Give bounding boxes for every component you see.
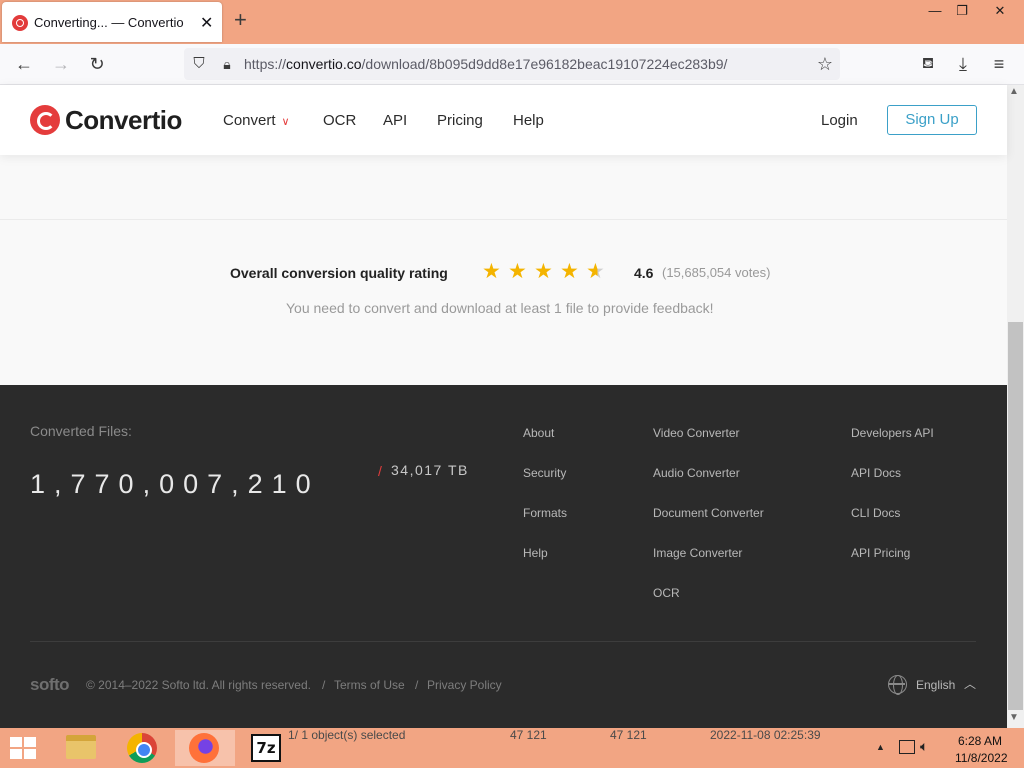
download-icon[interactable]: ⤓ (952, 53, 974, 75)
chevron-up-icon[interactable]: ︿ (964, 675, 976, 692)
footer-link-document-converter[interactable]: Document Converter (653, 506, 764, 520)
terms-of-use-link[interactable]: Terms of Use (334, 678, 405, 692)
convertio-favicon-icon (12, 15, 28, 31)
status-modified-date: 2022-11-08 02:25:39 (710, 728, 821, 742)
status-packed-size: 47 121 (610, 728, 647, 742)
scroll-up-arrow-icon[interactable]: ▲ (1009, 86, 1019, 97)
footer-link-developers-api[interactable]: Developers API (851, 426, 934, 440)
nav-help[interactable]: Help (513, 112, 544, 129)
window-close-button[interactable]: ✕ (983, 0, 1017, 22)
nav-convert[interactable]: Convert ∨ (223, 112, 290, 129)
nav-pricing[interactable]: Pricing (437, 112, 483, 129)
tab-title: Converting... — Convertio (34, 15, 184, 30)
footer-link-api-docs[interactable]: API Docs (851, 466, 901, 480)
new-tab-button[interactable]: + (234, 9, 247, 31)
browser-titlebar: Converting... — Convertio ✕ + — ❐ ✕ (0, 0, 1024, 44)
clock-time[interactable]: 6:28 AM (958, 734, 1002, 748)
footer-link-api-pricing[interactable]: API Pricing (851, 546, 910, 560)
rating-label: Overall conversion quality rating (230, 265, 448, 281)
copyright-text: © 2014–2022 Softo ltd. All rights reserv… (86, 678, 311, 692)
firefox-icon[interactable] (189, 733, 219, 763)
chevron-down-icon: ∨ (281, 116, 290, 128)
bookmark-star-icon[interactable]: ☆ (814, 53, 836, 75)
footer-link-formats[interactable]: Formats (523, 506, 567, 520)
converted-files-label: Converted Files: (30, 423, 132, 439)
reload-icon[interactable]: ↻ (86, 53, 108, 75)
nav-api[interactable]: API (383, 112, 407, 129)
url-bar[interactable]: ⛉ 🔒︎ https://convertio.co/download/8b095… (184, 48, 840, 80)
footer-link-video-converter[interactable]: Video Converter (653, 426, 740, 440)
rating-star-half-icon: ★ (586, 260, 605, 283)
content-divider (0, 219, 1007, 220)
footer-link-security[interactable]: Security (523, 466, 566, 480)
rating-star-3-icon: ★ (534, 260, 553, 283)
windows-taskbar: 7z 1/ 1 object(s) selected 47 121 47 121… (0, 728, 1024, 768)
chrome-icon[interactable] (127, 733, 157, 763)
converted-files-count: 1,770,007,210 (30, 469, 320, 499)
forward-icon[interactable]: → (50, 53, 72, 75)
clock-date[interactable]: 11/8/2022 (955, 751, 1008, 765)
shield-icon[interactable]: ⛉ (188, 53, 210, 75)
restore-button[interactable]: ❐ (945, 0, 979, 22)
windows-start-icon[interactable] (10, 737, 38, 759)
globe-icon[interactable] (888, 675, 907, 695)
nav-ocr[interactable]: OCR (323, 112, 356, 129)
scrollbar-thumb[interactable] (1008, 322, 1023, 710)
converted-size: 34,017 TB (391, 462, 469, 478)
rating-star-4-icon: ★ (560, 260, 579, 283)
site-logo[interactable]: Convertio (65, 105, 182, 136)
browser-toolbar: ← → ↻ ⛉ 🔒︎ https://convertio.co/download… (0, 44, 1024, 85)
url-text[interactable]: https://convertio.co/download/8b095d9dd8… (244, 56, 727, 72)
convertio-logo-icon[interactable] (30, 105, 60, 135)
volume-icon[interactable]: 🔈︎ (920, 738, 928, 755)
softo-logo[interactable]: softo (30, 675, 70, 695)
rating-score: 4.6 (634, 265, 654, 281)
file-explorer-icon[interactable] (66, 735, 96, 759)
rating-star-1-icon: ★ (482, 260, 501, 283)
footer-link-ocr[interactable]: OCR (653, 586, 680, 600)
footer-link-help[interactable]: Help (523, 546, 548, 560)
menu-icon[interactable]: ≡ (988, 53, 1010, 75)
lock-icon[interactable]: 🔒︎ (216, 53, 238, 75)
main-content: Overall conversion quality rating ★ ★ ★ … (0, 155, 1007, 385)
language-selector[interactable]: English (916, 678, 955, 692)
converted-separator: / (378, 463, 382, 479)
tray-chevron-up-icon[interactable]: ▲ (876, 742, 885, 752)
footer-link-cli-docs[interactable]: CLI Docs (851, 506, 900, 520)
footer-divider (30, 641, 976, 642)
status-size: 47 121 (510, 728, 547, 742)
footer-link-audio-converter[interactable]: Audio Converter (653, 466, 740, 480)
privacy-policy-link[interactable]: Privacy Policy (427, 678, 502, 692)
signup-button[interactable]: Sign Up (887, 105, 977, 135)
feedback-notice: You need to convert and download at leas… (286, 300, 714, 316)
site-footer: Converted Files: 1,770,007,210 / 34,017 … (0, 385, 1007, 728)
rating-votes: (15,685,054 votes) (662, 265, 771, 280)
tab-close-icon[interactable]: ✕ (200, 13, 213, 33)
status-selection: 1/ 1 object(s) selected (288, 728, 406, 742)
back-icon[interactable]: ← (13, 53, 35, 75)
site-header: Convertio Convert ∨ OCR API Pricing Help … (0, 85, 1007, 155)
footer-link-about[interactable]: About (523, 426, 554, 440)
footer-separator: / (322, 678, 326, 692)
7zip-icon[interactable]: 7z (251, 734, 281, 762)
pocket-icon[interactable]: ⛾ (917, 53, 939, 75)
footer-separator: / (415, 678, 419, 692)
login-link[interactable]: Login (821, 112, 858, 129)
footer-link-image-converter[interactable]: Image Converter (653, 546, 742, 560)
scroll-down-arrow-icon[interactable]: ▼ (1009, 712, 1019, 723)
browser-tab[interactable]: Converting... — Convertio ✕ (2, 2, 222, 42)
rating-star-2-icon: ★ (508, 260, 527, 283)
network-icon[interactable] (899, 740, 915, 754)
